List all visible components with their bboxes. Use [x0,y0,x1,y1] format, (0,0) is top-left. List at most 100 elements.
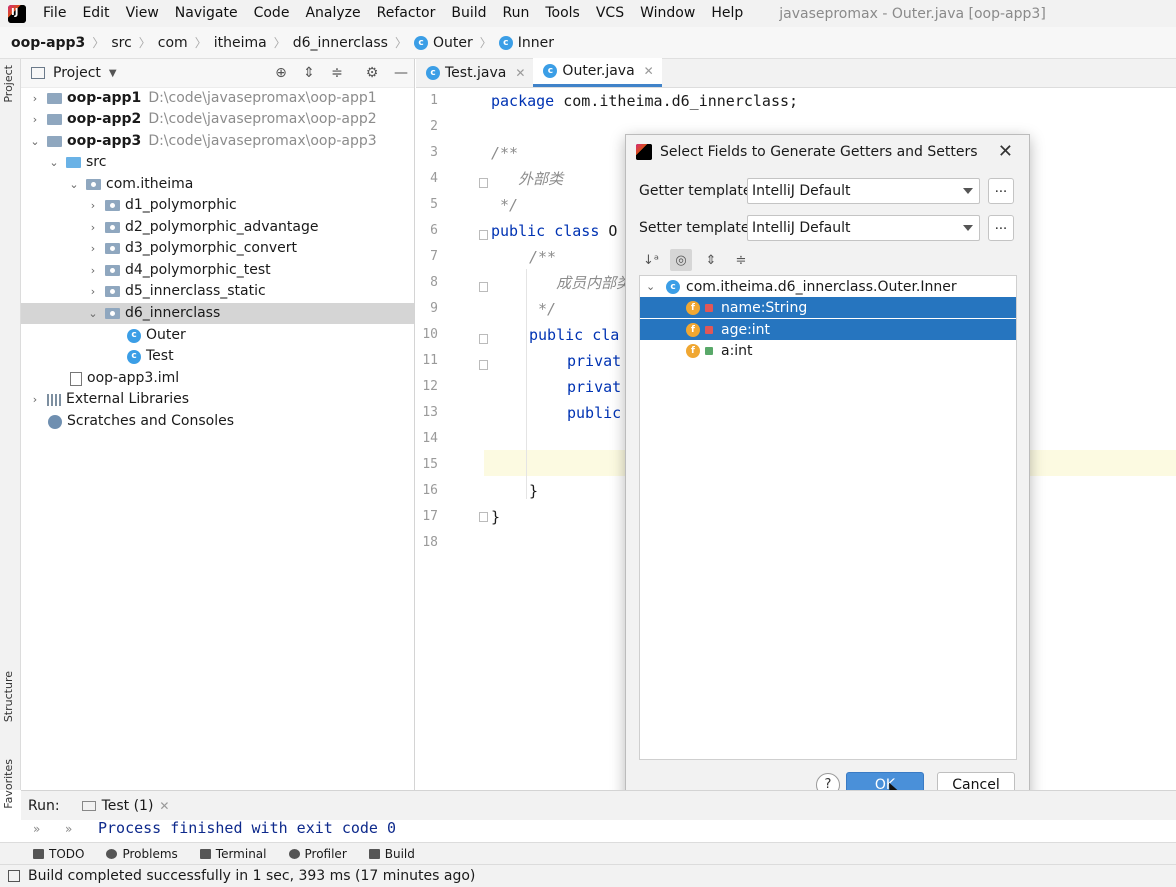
tree-item-scratches[interactable]: Scratches and Consoles [48,411,234,432]
menu-code[interactable]: Code [246,0,298,27]
tree-item-oop-app2[interactable]: › oop-app2 D:\code\javasepromax\oop-app2 [29,109,377,130]
menu-run[interactable]: Run [495,0,538,27]
fold-marker-icon[interactable] [479,178,488,188]
setter-template-select[interactable]: IntelliJ Default [747,215,980,241]
tree-item-d1[interactable]: › d1_polymorphic [87,195,237,216]
fold-marker-icon[interactable] [479,282,488,292]
collapse-all-icon[interactable]: ≑ [329,65,345,81]
chevron-right-icon[interactable]: › [87,217,99,238]
code-line-12[interactable]: privat [567,374,621,400]
tree-item-iml[interactable]: oop-app3.iml [70,368,179,389]
chevron-down-icon[interactable]: ⌄ [646,280,660,293]
close-icon[interactable]: ✕ [515,66,525,80]
show-classes-icon[interactable]: ◎ [670,249,692,271]
collapse-all-icon[interactable]: ≑ [730,249,752,271]
code-line-5[interactable]: */ [491,192,518,218]
close-icon[interactable]: ✕ [644,64,654,78]
menu-navigate[interactable]: Navigate [167,0,246,27]
class-node[interactable]: ⌄ c com.itheima.d6_innerclass.Outer.Inne… [640,276,1016,297]
fold-marker-icon[interactable] [479,360,488,370]
tree-item-d2[interactable]: › d2_polymorphic_advantage [87,217,319,238]
tool-window-todo[interactable]: TODO [33,847,84,861]
breadcrumb-inner[interactable]: c Inner [498,35,554,51]
chevron-down-icon[interactable]: ⌄ [68,174,80,195]
chevron-right-icon[interactable]: › [87,195,99,216]
tool-window-terminal[interactable]: Terminal [199,847,267,861]
tree-item-com-itheima[interactable]: ⌄ com.itheima [68,174,193,195]
chevron-right-icon[interactable]: › [29,109,41,130]
breadcrumb-com[interactable]: com [158,35,188,51]
expand-icon[interactable]: » [65,822,72,836]
tab-outer-java[interactable]: c Outer.java ✕ [533,58,662,87]
menu-window[interactable]: Window [632,0,703,27]
menu-view[interactable]: View [118,0,167,27]
breadcrumb-outer[interactable]: c Outer [413,35,473,51]
code-line-11[interactable]: privat [567,348,621,374]
menu-file[interactable]: File [35,0,74,27]
fold-marker-icon[interactable] [479,334,488,344]
field-row-age[interactable]: f age:int [640,319,1016,340]
project-panel-title[interactable]: Project [53,65,101,81]
menu-tools[interactable]: Tools [537,0,588,27]
menu-edit[interactable]: Edit [74,0,117,27]
tree-item-d4[interactable]: › d4_polymorphic_test [87,260,271,281]
tool-window-profiler[interactable]: Profiler [288,847,347,861]
tree-item-outer[interactable]: c Outer [127,325,186,346]
tool-window-problems[interactable]: Problems [106,847,178,861]
sort-alphabetically-icon[interactable]: ↓ᵃ [640,249,662,271]
chevron-down-icon[interactable]: ▼ [109,68,117,79]
code-line-13[interactable]: public [567,400,621,426]
code-line-16[interactable]: } [529,478,538,504]
tree-item-d3[interactable]: › d3_polymorphic_convert [87,238,297,259]
expand-icon[interactable]: » [33,822,40,836]
close-icon[interactable]: ✕ [159,799,169,813]
code-line-1[interactable]: package com.itheima.d6_innerclass; [491,88,798,114]
chevron-right-icon[interactable]: › [29,389,41,410]
menu-help[interactable]: Help [703,0,751,27]
getter-template-edit-button[interactable]: ... [988,178,1014,204]
code-line-6[interactable]: public class O [491,218,617,244]
gear-icon[interactable]: ⚙ [364,65,380,81]
close-icon[interactable]: ✕ [998,141,1013,162]
breadcrumb-project[interactable]: oop-app3 [11,35,85,51]
stripe-tab-favorites[interactable]: Favorites [2,759,15,809]
tree-item-oop-app3[interactable]: ⌄ oop-app3 D:\code\javasepromax\oop-app3 [29,131,376,152]
chevron-down-icon[interactable]: ⌄ [29,131,41,152]
code-line-8[interactable]: 成员内部类 [529,270,631,296]
code-line-17[interactable]: } [491,504,500,530]
expand-all-icon[interactable]: ⇕ [700,249,722,271]
menu-refactor[interactable]: Refactor [369,0,444,27]
fold-marker-icon[interactable] [479,512,488,522]
chevron-right-icon[interactable]: › [87,260,99,281]
setter-template-edit-button[interactable]: ... [988,215,1014,241]
menu-build[interactable]: Build [443,0,494,27]
code-line-3[interactable]: /** [491,140,518,166]
tab-test-java[interactable]: c Test.java ✕ [416,58,533,87]
code-line-9[interactable]: */ [529,296,556,322]
breadcrumb-itheima[interactable]: itheima [214,35,267,51]
stripe-tab-project[interactable]: Project [2,65,15,103]
tree-item-d6[interactable]: ⌄ d6_innerclass [21,303,414,324]
menu-analyze[interactable]: Analyze [297,0,368,27]
stripe-tab-structure[interactable]: Structure [2,671,15,722]
tree-item-test[interactable]: c Test [127,346,174,367]
tree-item-oop-app1[interactable]: › oop-app1 D:\code\javasepromax\oop-app1 [29,88,377,109]
fold-marker-icon[interactable] [479,230,488,240]
chevron-down-icon[interactable]: ⌄ [48,152,60,173]
status-toggle-icon[interactable] [8,870,20,882]
locate-icon[interactable]: ⊕ [273,65,289,81]
menu-vcs[interactable]: VCS [588,0,632,27]
chevron-right-icon[interactable]: › [29,88,41,109]
code-line-4[interactable]: 外部类 [491,166,563,192]
tree-item-src[interactable]: ⌄ src [48,152,106,173]
minimize-icon[interactable]: — [393,65,409,81]
expand-all-icon[interactable]: ⇕ [301,65,317,81]
chevron-down-icon[interactable]: ⌄ [87,303,99,324]
getter-template-select[interactable]: IntelliJ Default [747,178,980,204]
breadcrumb-src[interactable]: src [111,35,131,51]
chevron-right-icon[interactable]: › [87,238,99,259]
breadcrumb-package[interactable]: d6_innerclass [293,35,388,51]
field-row-name[interactable]: f name:String [640,297,1016,318]
code-line-7[interactable]: /** [529,244,556,270]
tree-item-external-libraries[interactable]: › External Libraries [29,389,189,410]
